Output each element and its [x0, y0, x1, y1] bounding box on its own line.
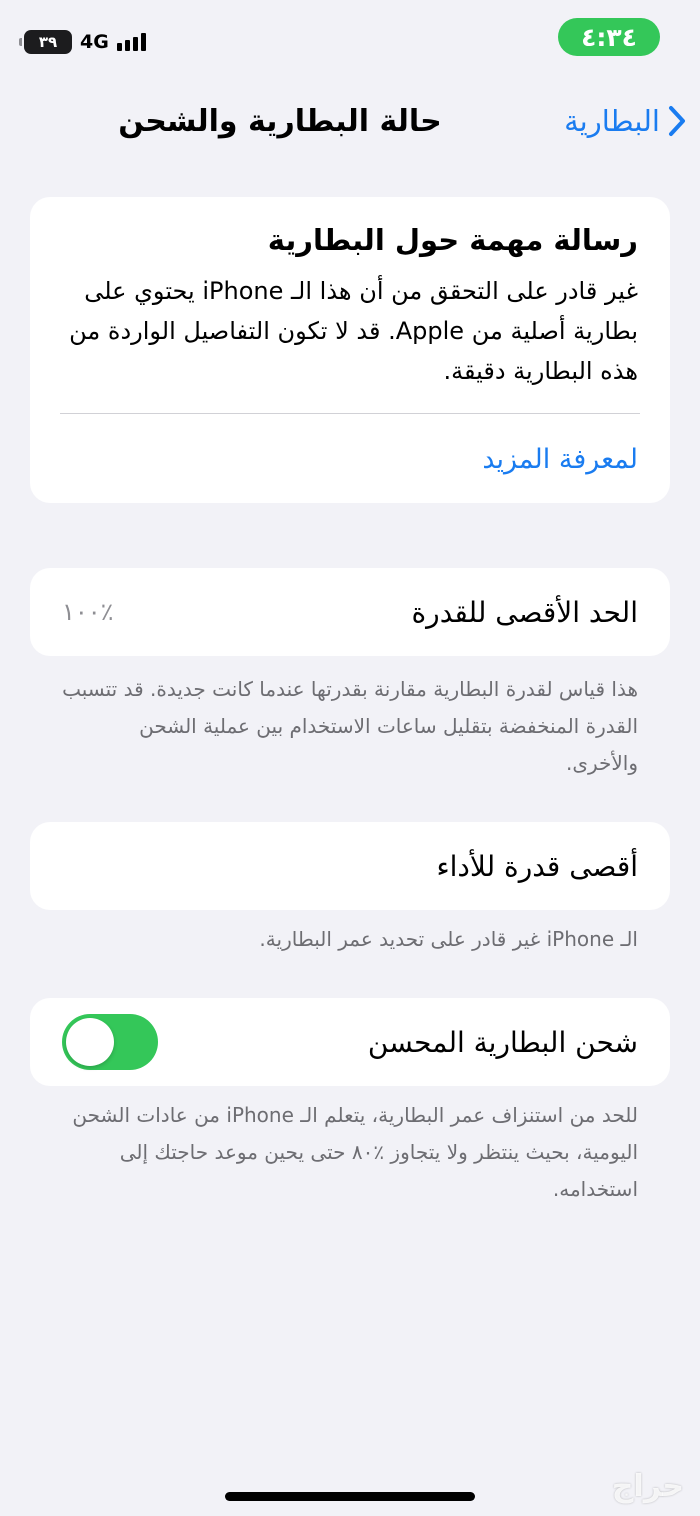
maximum-capacity-footnote: هذا قياس لقدرة البطارية مقارنة بقدرتها ع… [62, 677, 638, 775]
back-button[interactable]: البطارية [564, 104, 686, 138]
maximum-capacity-label: الحد الأقصى للقدرة [411, 595, 639, 629]
peak-performance-footnote: الـ iPhone غير قادر على تحديد عمر البطار… [259, 927, 638, 951]
divider [60, 413, 640, 414]
watermark-logo: حراج [611, 1469, 684, 1504]
optimized-charging-footnote: للحد من استنزاف عمر البطارية، يتعلم الـ … [72, 1103, 638, 1201]
status-time: ٤:٣٤ [558, 18, 660, 56]
optimized-charging-label: شحن البطارية المحسن [367, 1025, 638, 1059]
optimized-charging-row: شحن البطارية المحسن [30, 998, 670, 1086]
message-body: غير قادر على التحقق من أن هذا الـ iPhone… [69, 277, 638, 385]
peak-performance-row: أقصى قدرة للأداء [30, 822, 670, 910]
message-title: رسالة مهمة حول البطارية [267, 223, 638, 257]
status-indicators: ٣٩ 4G [19, 30, 146, 54]
toggle-knob [66, 1018, 114, 1066]
signal-icon [116, 33, 146, 51]
optimized-charging-toggle[interactable] [62, 1014, 158, 1070]
peak-performance-label: أقصى قدرة للأداء [436, 849, 638, 883]
home-indicator[interactable] [225, 1492, 475, 1501]
network-type: 4G [80, 31, 109, 53]
back-button-label: البطارية [564, 104, 660, 138]
battery-icon: ٣٩ [19, 30, 72, 54]
learn-more-link[interactable]: لمعرفة المزيد [482, 444, 638, 475]
battery-level: ٣٩ [38, 33, 58, 51]
chevron-back-icon [669, 106, 685, 136]
maximum-capacity-row: الحد الأقصى للقدرة ٪١٠٠ [30, 568, 670, 656]
maximum-capacity-value: ٪١٠٠ [62, 598, 114, 626]
